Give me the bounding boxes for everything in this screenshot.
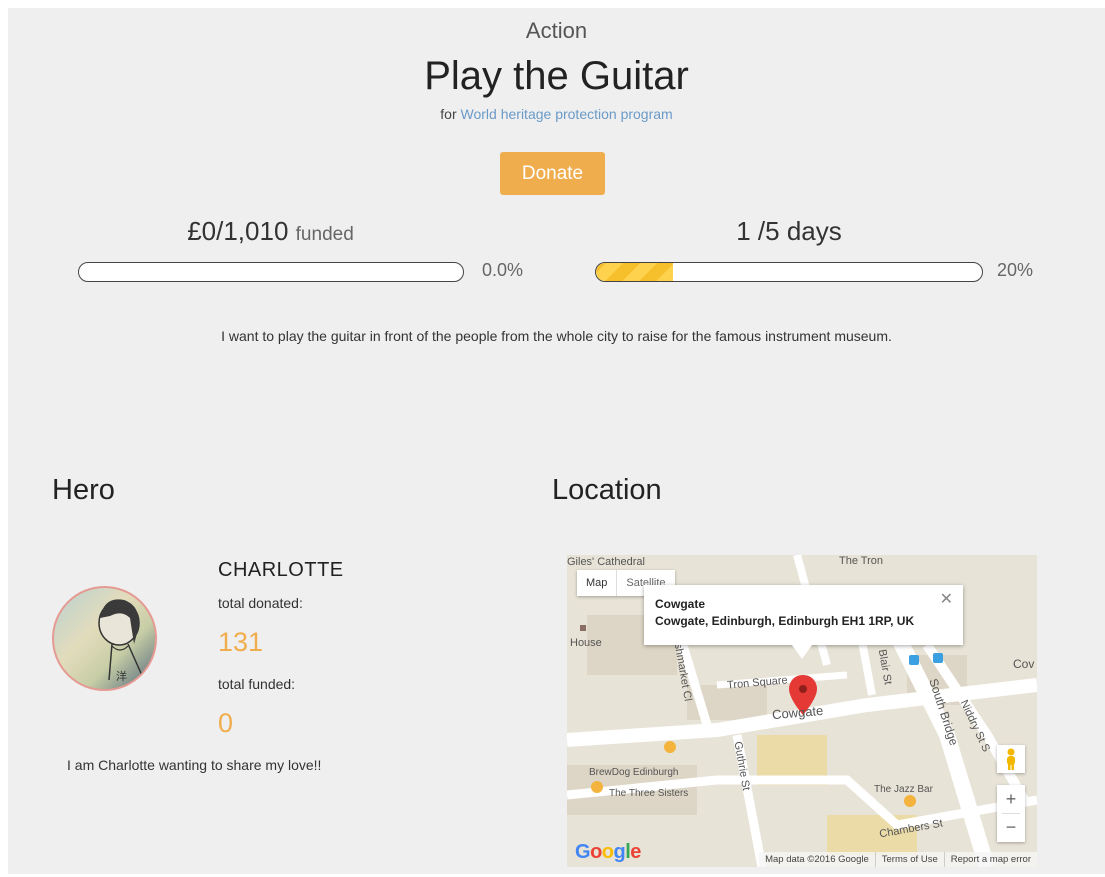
- map-zoom-control: + −: [997, 785, 1025, 842]
- campaign-panel: Action Play the Guitar for World heritag…: [8, 8, 1105, 874]
- map-label-jazz-bar: The Jazz Bar: [874, 784, 933, 795]
- donated-value: 131: [218, 627, 264, 657]
- google-logo: Google: [575, 841, 641, 863]
- funding-progress-bar: [78, 262, 464, 282]
- days-percent: 20%: [997, 260, 1034, 280]
- map-label-cov: Cov: [1013, 657, 1035, 671]
- map-terms-link[interactable]: Terms of Use: [874, 852, 944, 867]
- location-heading: Location: [552, 474, 662, 506]
- info-window-tail: [792, 645, 812, 659]
- street-view-pegman-icon[interactable]: [997, 745, 1025, 773]
- map-label-three-sisters: The Three Sisters: [609, 788, 689, 799]
- map-label-tron: The Tron: [839, 555, 884, 567]
- map-label-brewdog: BrewDog Edinburgh: [589, 767, 679, 778]
- funded-label: total funded:: [218, 676, 296, 692]
- hero-avatar: 洋: [52, 586, 157, 691]
- hero-bio: I am Charlotte wanting to share my love!…: [67, 757, 322, 773]
- campaign-description: I want to play the guitar in front of th…: [221, 328, 892, 344]
- location-map[interactable]: Giles' Cathedral The Tron House Tron Squ…: [567, 555, 1037, 867]
- info-title: Cowgate: [655, 597, 706, 611]
- days-stat: 1 /5 days: [736, 216, 842, 246]
- map-report-link[interactable]: Report a map error: [943, 852, 1037, 867]
- funding-amount: £0/1,010: [187, 216, 289, 246]
- funding-percent: 0.0%: [482, 260, 524, 280]
- avatar-drawing: 洋: [98, 599, 145, 683]
- category-label: Action: [525, 18, 588, 43]
- zoom-out-button[interactable]: −: [997, 814, 1025, 842]
- hero-heading: Hero: [52, 474, 115, 506]
- program-line: for World heritage protection program: [8, 106, 1105, 122]
- days-progress-bar: [595, 262, 983, 282]
- program-link[interactable]: World heritage protection program: [461, 106, 673, 122]
- info-close-icon[interactable]: ✕: [940, 589, 953, 609]
- map-info-window: Cowgate Cowgate, Edinburgh, Edinburgh EH…: [644, 585, 963, 659]
- for-prefix: for: [440, 106, 457, 122]
- info-address: Cowgate, Edinburgh, Edinburgh EH1 1RP, U…: [655, 614, 915, 628]
- zoom-in-button[interactable]: +: [997, 785, 1025, 813]
- days-progress-fill: [596, 263, 674, 281]
- funding-unit: funded: [295, 224, 354, 245]
- map-data-credit: Map data ©2016 Google: [765, 854, 869, 865]
- donated-label: total donated:: [218, 595, 303, 611]
- map-label-house: House: [570, 637, 602, 649]
- funding-stat: £0/1,010 funded: [78, 216, 463, 247]
- hero-name: CHARLOTTE: [218, 559, 344, 581]
- funded-value: 0: [218, 708, 234, 738]
- page-title: Play the Guitar: [424, 54, 689, 98]
- map-label-cathedral: Giles' Cathedral: [567, 556, 645, 568]
- donate-button[interactable]: Donate: [500, 152, 605, 195]
- map-type-map-button[interactable]: Map: [577, 570, 616, 596]
- svg-text:洋: 洋: [116, 669, 127, 683]
- map-footer: Map data ©2016 Google Terms of Use Repor…: [759, 852, 1037, 867]
